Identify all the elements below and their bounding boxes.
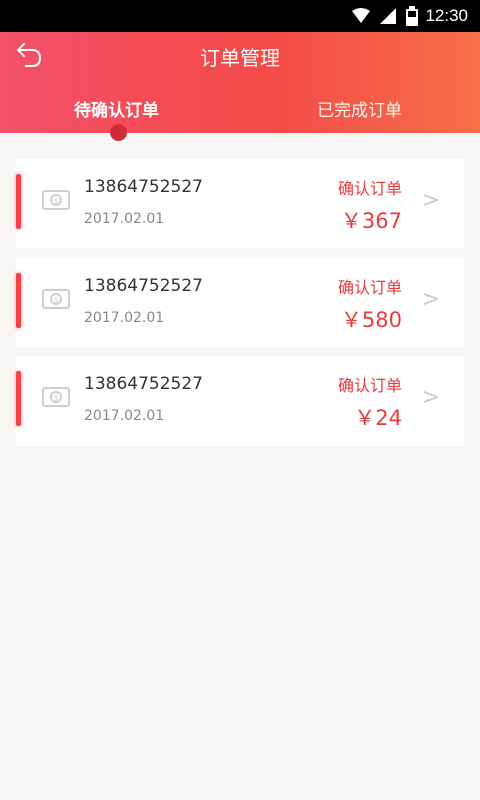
confirm-order-button[interactable]: 确认订单 [338,372,402,396]
svg-text:$: $ [53,296,58,305]
order-card[interactable]: $ 13864752527 2017.02.01 确认订单 ￥367 > [16,159,464,248]
chevron-right-icon[interactable]: > [422,287,440,312]
chevron-right-icon[interactable]: > [422,385,440,410]
confirm-order-button[interactable]: 确认订单 [338,274,402,298]
card-accent-bar [16,371,21,426]
page-title: 订单管理 [200,46,280,70]
order-phone: 13864752527 [84,374,203,394]
card-accent-bar [16,273,21,328]
cash-icon: $ [42,190,70,210]
order-amount: ￥580 [340,308,402,332]
cash-icon: $ [42,289,70,309]
status-icons [352,6,418,26]
order-phone: 13864752527 [84,276,203,296]
status-bar: 12:30 [0,0,480,32]
tab-completed-orders[interactable]: 已完成订单 [317,96,402,121]
order-date: 2017.02.01 [84,408,165,424]
order-card[interactable]: $ 13864752527 2017.02.01 确认订单 ￥580 > [16,258,464,347]
order-amount: ￥367 [340,209,402,233]
cash-icon: $ [42,387,70,407]
order-card[interactable]: $ 13864752527 2017.02.01 确认订单 ￥24 > [16,356,464,445]
order-amount: ￥24 [354,406,402,430]
signal-icon [380,8,396,24]
tab-pending-orders[interactable]: 待确认订单 [74,96,159,121]
active-tab-indicator [110,124,127,141]
order-date: 2017.02.01 [84,211,165,227]
svg-text:$: $ [53,197,58,206]
svg-text:$: $ [53,394,58,403]
order-phone: 13864752527 [84,177,203,197]
battery-icon [406,6,418,26]
header: 订单管理 待确认订单 已完成订单 [0,32,480,133]
order-date: 2017.02.01 [84,310,165,326]
clock: 12:30 [425,6,468,25]
card-accent-bar [16,174,21,229]
confirm-order-button[interactable]: 确认订单 [338,175,402,199]
wifi-icon [352,8,370,23]
chevron-right-icon[interactable]: > [422,188,440,213]
